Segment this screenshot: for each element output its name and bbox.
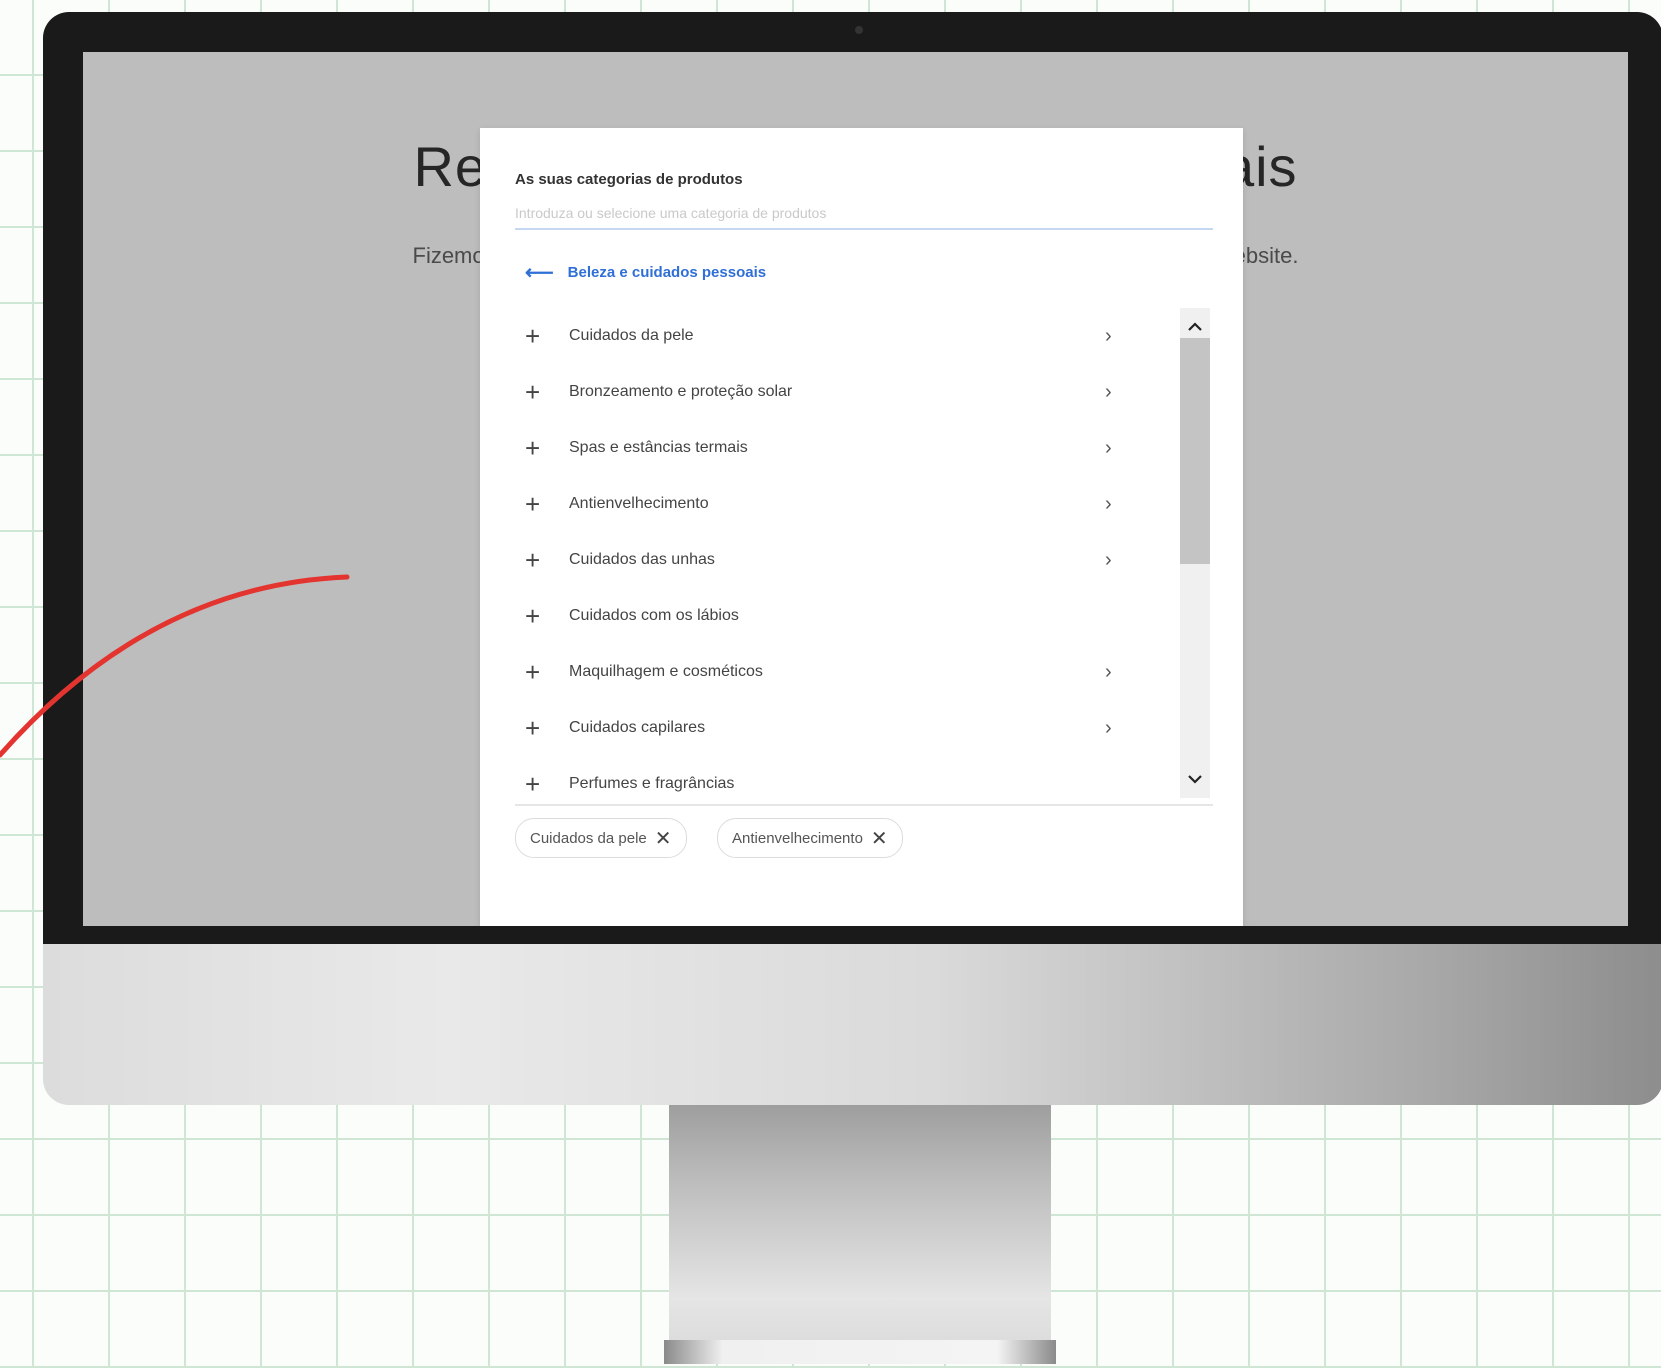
chevron-right-icon[interactable]: › <box>1105 700 1112 756</box>
category-row[interactable]: + Cuidados das unhas › <box>525 532 1125 588</box>
category-label: Cuidados da pele <box>569 327 694 344</box>
chevron-right-icon[interactable]: › <box>1105 476 1112 532</box>
chip-label: Antienvelhecimento <box>732 829 863 847</box>
category-label: Spas e estâncias termais <box>569 439 748 456</box>
chevron-down-icon[interactable] <box>1180 766 1210 792</box>
plus-icon[interactable]: + <box>525 603 555 629</box>
category-label: Cuidados das unhas <box>569 551 715 568</box>
category-label: Cuidados capilares <box>569 719 706 736</box>
category-row[interactable]: + Cuidados da pele › <box>525 308 1125 364</box>
plus-icon[interactable]: + <box>525 491 555 517</box>
monitor-base <box>664 1340 1056 1364</box>
category-row[interactable]: + Bronzeamento e proteção solar › <box>525 364 1125 420</box>
monitor-stand <box>669 1105 1051 1363</box>
chevron-right-icon[interactable]: › <box>1105 420 1112 476</box>
category-row[interactable]: + Antienvelhecimento › <box>525 476 1125 532</box>
dialog-title: As suas categorias de produtos <box>515 171 743 188</box>
plus-icon[interactable]: + <box>525 323 555 349</box>
close-icon[interactable]: ✕ <box>655 826 672 851</box>
plus-icon[interactable]: + <box>525 435 555 461</box>
arrow-left-icon: ⟵ <box>525 261 554 284</box>
chevron-right-icon[interactable]: › <box>1105 644 1112 700</box>
plus-icon[interactable]: + <box>525 379 555 405</box>
category-label: Cuidados com os lábios <box>569 607 739 624</box>
chip-label: Cuidados da pele <box>530 829 647 847</box>
chevron-right-icon[interactable]: › <box>1105 308 1112 364</box>
selected-category-chip: Cuidados da pele ✕ <box>515 818 687 858</box>
scrollbar-thumb[interactable] <box>1180 338 1210 564</box>
plus-icon[interactable]: + <box>525 715 555 741</box>
parent-category-label: Beleza e cuidados pessoais <box>567 263 767 281</box>
category-row[interactable]: + Spas e estâncias termais › <box>525 420 1125 476</box>
annotation-curve <box>0 574 350 758</box>
list-scrollbar[interactable] <box>1180 308 1210 798</box>
selected-category-chip: Antienvelhecimento ✕ <box>717 818 903 858</box>
divider <box>515 804 1213 806</box>
plus-icon[interactable]: + <box>525 771 555 797</box>
category-search-input[interactable] <box>515 198 1213 230</box>
category-row[interactable]: + Maquilhagem e cosméticos › <box>525 644 1125 700</box>
category-dialog: As suas categorias de produtos ⟵ Beleza … <box>480 128 1243 926</box>
category-list: + Cuidados da pele › + Bronzeamento e pr… <box>525 308 1125 812</box>
chevron-right-icon[interactable]: › <box>1105 532 1112 588</box>
category-row[interactable]: + Cuidados capilares › <box>525 700 1125 756</box>
plus-icon[interactable]: + <box>525 547 555 573</box>
category-label: Perfumes e fragrâncias <box>569 775 735 792</box>
chevron-up-icon[interactable] <box>1180 314 1210 340</box>
chevron-right-icon[interactable]: › <box>1105 364 1112 420</box>
category-row[interactable]: + Cuidados com os lábios <box>525 588 1125 644</box>
monitor-chin <box>43 944 1661 1105</box>
category-label: Antienvelhecimento <box>569 495 709 512</box>
category-label: Bronzeamento e proteção solar <box>569 383 793 400</box>
camera-dot <box>855 26 863 34</box>
close-icon[interactable]: ✕ <box>871 826 888 851</box>
plus-icon[interactable]: + <box>525 659 555 685</box>
back-to-parent-category[interactable]: ⟵ Beleza e cuidados pessoais <box>525 258 766 286</box>
category-label: Maquilhagem e cosméticos <box>569 663 763 680</box>
